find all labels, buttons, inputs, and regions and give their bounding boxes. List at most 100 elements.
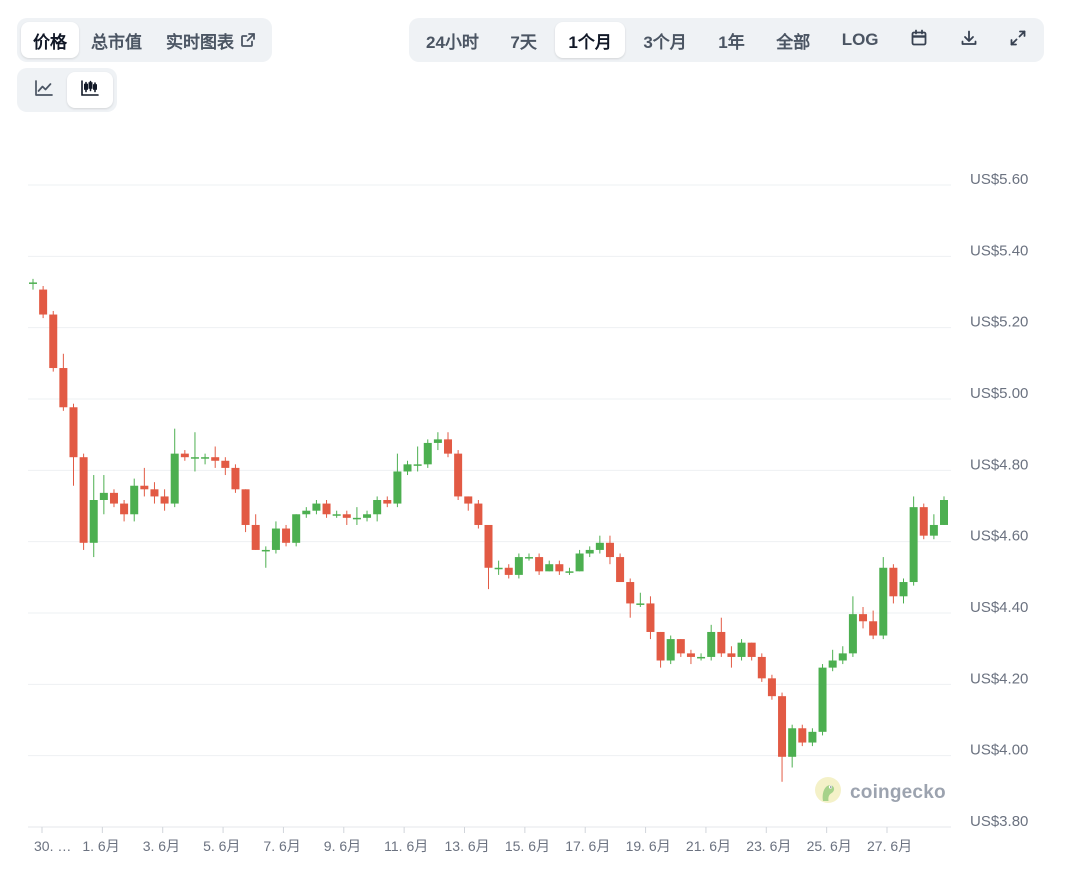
candle[interactable] <box>150 482 159 504</box>
candle[interactable] <box>170 428 179 508</box>
download-button[interactable] <box>947 22 991 58</box>
candle[interactable] <box>322 500 331 518</box>
candle[interactable] <box>29 278 37 290</box>
candle[interactable] <box>869 610 878 640</box>
candle[interactable] <box>160 489 169 511</box>
candle[interactable] <box>575 549 584 572</box>
candle[interactable] <box>494 560 503 575</box>
candle[interactable] <box>89 475 98 558</box>
candle[interactable] <box>231 464 240 493</box>
candle[interactable] <box>312 500 321 515</box>
candle[interactable] <box>798 724 807 747</box>
candle[interactable] <box>39 286 48 319</box>
candle[interactable] <box>676 639 685 657</box>
candle[interactable] <box>808 728 817 747</box>
candle[interactable] <box>585 546 594 558</box>
candle[interactable] <box>919 503 928 540</box>
candle[interactable] <box>616 553 625 583</box>
candle[interactable] <box>180 450 189 461</box>
candle[interactable] <box>757 653 766 682</box>
candle[interactable] <box>282 524 291 547</box>
candle[interactable] <box>646 596 655 640</box>
candle[interactable] <box>697 653 706 661</box>
candle[interactable] <box>241 489 250 533</box>
candle[interactable] <box>514 553 523 579</box>
candle[interactable] <box>271 521 280 554</box>
candle[interactable] <box>433 432 442 451</box>
candle[interactable] <box>464 496 473 511</box>
candle[interactable] <box>524 553 533 561</box>
candle[interactable] <box>626 578 635 618</box>
candle[interactable] <box>535 553 544 575</box>
candle[interactable] <box>454 450 463 500</box>
candle[interactable] <box>767 674 776 700</box>
candle[interactable] <box>221 457 230 476</box>
candle[interactable] <box>899 578 908 604</box>
candle[interactable] <box>413 446 422 472</box>
candle[interactable] <box>656 631 665 668</box>
candle[interactable] <box>940 496 948 525</box>
candle[interactable] <box>747 642 756 661</box>
candle[interactable] <box>211 446 220 468</box>
candle[interactable] <box>484 524 493 590</box>
tab-price[interactable]: 价格 <box>21 22 79 58</box>
candle[interactable] <box>879 557 888 640</box>
candle[interactable] <box>292 514 301 547</box>
candle[interactable] <box>778 692 787 782</box>
tab-24h[interactable]: 24小时 <box>413 22 492 58</box>
candle[interactable] <box>686 649 695 665</box>
candle[interactable] <box>373 496 382 522</box>
fullscreen-button[interactable] <box>996 22 1040 58</box>
candle[interactable] <box>383 496 392 508</box>
tab-all[interactable]: 全部 <box>763 22 823 58</box>
candle[interactable] <box>565 567 574 575</box>
candle[interactable] <box>352 507 361 525</box>
candle[interactable] <box>595 535 604 554</box>
candle[interactable] <box>737 639 746 661</box>
candle[interactable] <box>302 507 311 518</box>
candle[interactable] <box>474 500 483 529</box>
candle[interactable] <box>818 664 827 736</box>
candle[interactable] <box>201 453 210 465</box>
candle[interactable] <box>342 510 351 525</box>
tab-1y[interactable]: 1年 <box>705 22 757 58</box>
candle[interactable] <box>261 546 270 568</box>
candle[interactable] <box>666 635 675 665</box>
candle[interactable] <box>393 453 402 508</box>
candle[interactable] <box>49 310 58 372</box>
candle[interactable] <box>838 646 847 665</box>
candle[interactable] <box>109 489 118 508</box>
candle[interactable] <box>636 592 645 607</box>
candle[interactable] <box>251 514 260 550</box>
candle[interactable] <box>555 560 564 575</box>
candle[interactable] <box>788 724 797 768</box>
candle[interactable] <box>504 564 513 579</box>
candle[interactable] <box>69 403 78 486</box>
line-chart-button[interactable] <box>21 72 67 108</box>
candlestick-chart-button[interactable] <box>67 72 113 108</box>
tab-1m[interactable]: 1个月 <box>555 22 625 58</box>
tab-market-cap[interactable]: 总市值 <box>79 22 154 58</box>
candle[interactable] <box>859 607 868 629</box>
candle[interactable] <box>403 460 412 476</box>
candle[interactable] <box>332 510 341 518</box>
candle[interactable] <box>190 432 199 472</box>
candle[interactable] <box>828 649 837 672</box>
tab-log[interactable]: LOG <box>829 22 892 58</box>
candle[interactable] <box>707 624 716 661</box>
candle[interactable] <box>545 560 554 572</box>
candle[interactable] <box>59 353 68 411</box>
candle[interactable] <box>848 596 857 657</box>
candle[interactable] <box>363 510 372 522</box>
candle[interactable] <box>605 535 614 565</box>
candle[interactable] <box>423 439 432 468</box>
candle[interactable] <box>140 467 149 497</box>
tab-7d[interactable]: 7天 <box>497 22 549 58</box>
candle[interactable] <box>889 564 898 604</box>
candle[interactable] <box>929 514 938 540</box>
candle[interactable] <box>130 478 139 522</box>
tab-3m[interactable]: 3个月 <box>630 22 699 58</box>
tab-live-chart[interactable]: 实时图表 <box>154 22 268 58</box>
candle[interactable] <box>120 500 129 522</box>
candle[interactable] <box>99 475 108 515</box>
